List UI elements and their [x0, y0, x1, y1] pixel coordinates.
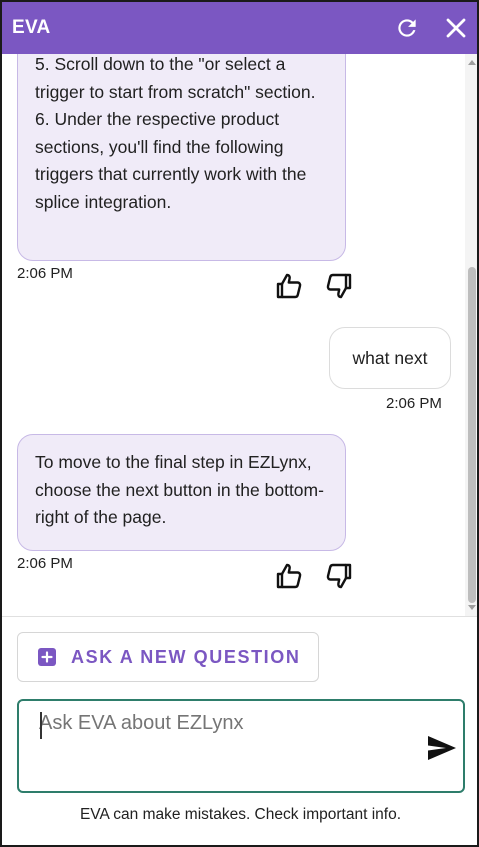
thumbs-up-icon[interactable]	[274, 561, 304, 591]
thumbs-down-icon[interactable]	[324, 271, 354, 301]
message-input-container	[17, 699, 465, 793]
thumbs-up-icon[interactable]	[274, 271, 304, 301]
ask-new-question-button[interactable]: ASK A NEW QUESTION	[17, 632, 319, 682]
plus-square-icon	[38, 648, 56, 666]
user-message: what next	[329, 327, 451, 389]
refresh-icon[interactable]	[393, 14, 421, 42]
assistant-message: To move to the final step in EZLynx, cho…	[17, 434, 346, 551]
message-timestamp: 2:06 PM	[17, 265, 73, 282]
header-bar: EVA	[2, 2, 477, 54]
message-timestamp: 2:06 PM	[17, 555, 73, 572]
ask-new-question-label: ASK A NEW QUESTION	[71, 646, 301, 667]
thumbs-down-icon[interactable]	[324, 561, 354, 591]
text-caret	[40, 712, 42, 739]
message-list[interactable]: 5. Scroll down to the "or select a trigg…	[2, 54, 477, 616]
send-icon[interactable]	[426, 734, 458, 762]
disclaimer-text: EVA can make mistakes. Check important i…	[79, 806, 402, 823]
scroll-up-arrow-icon[interactable]	[468, 60, 476, 65]
message-timestamp: 2:06 PM	[386, 395, 442, 412]
scrollbar-thumb[interactable]	[468, 267, 476, 603]
chat-window: EVA 5. Scroll down to the "or select a t…	[0, 0, 479, 847]
assistant-message: 5. Scroll down to the "or select a trigg…	[17, 54, 346, 261]
divider	[2, 616, 477, 617]
scrollbar[interactable]	[465, 54, 477, 616]
close-icon[interactable]	[442, 14, 470, 42]
app-title: EVA	[12, 17, 51, 38]
scroll-down-arrow-icon[interactable]	[468, 605, 476, 610]
message-input[interactable]	[39, 712, 419, 772]
